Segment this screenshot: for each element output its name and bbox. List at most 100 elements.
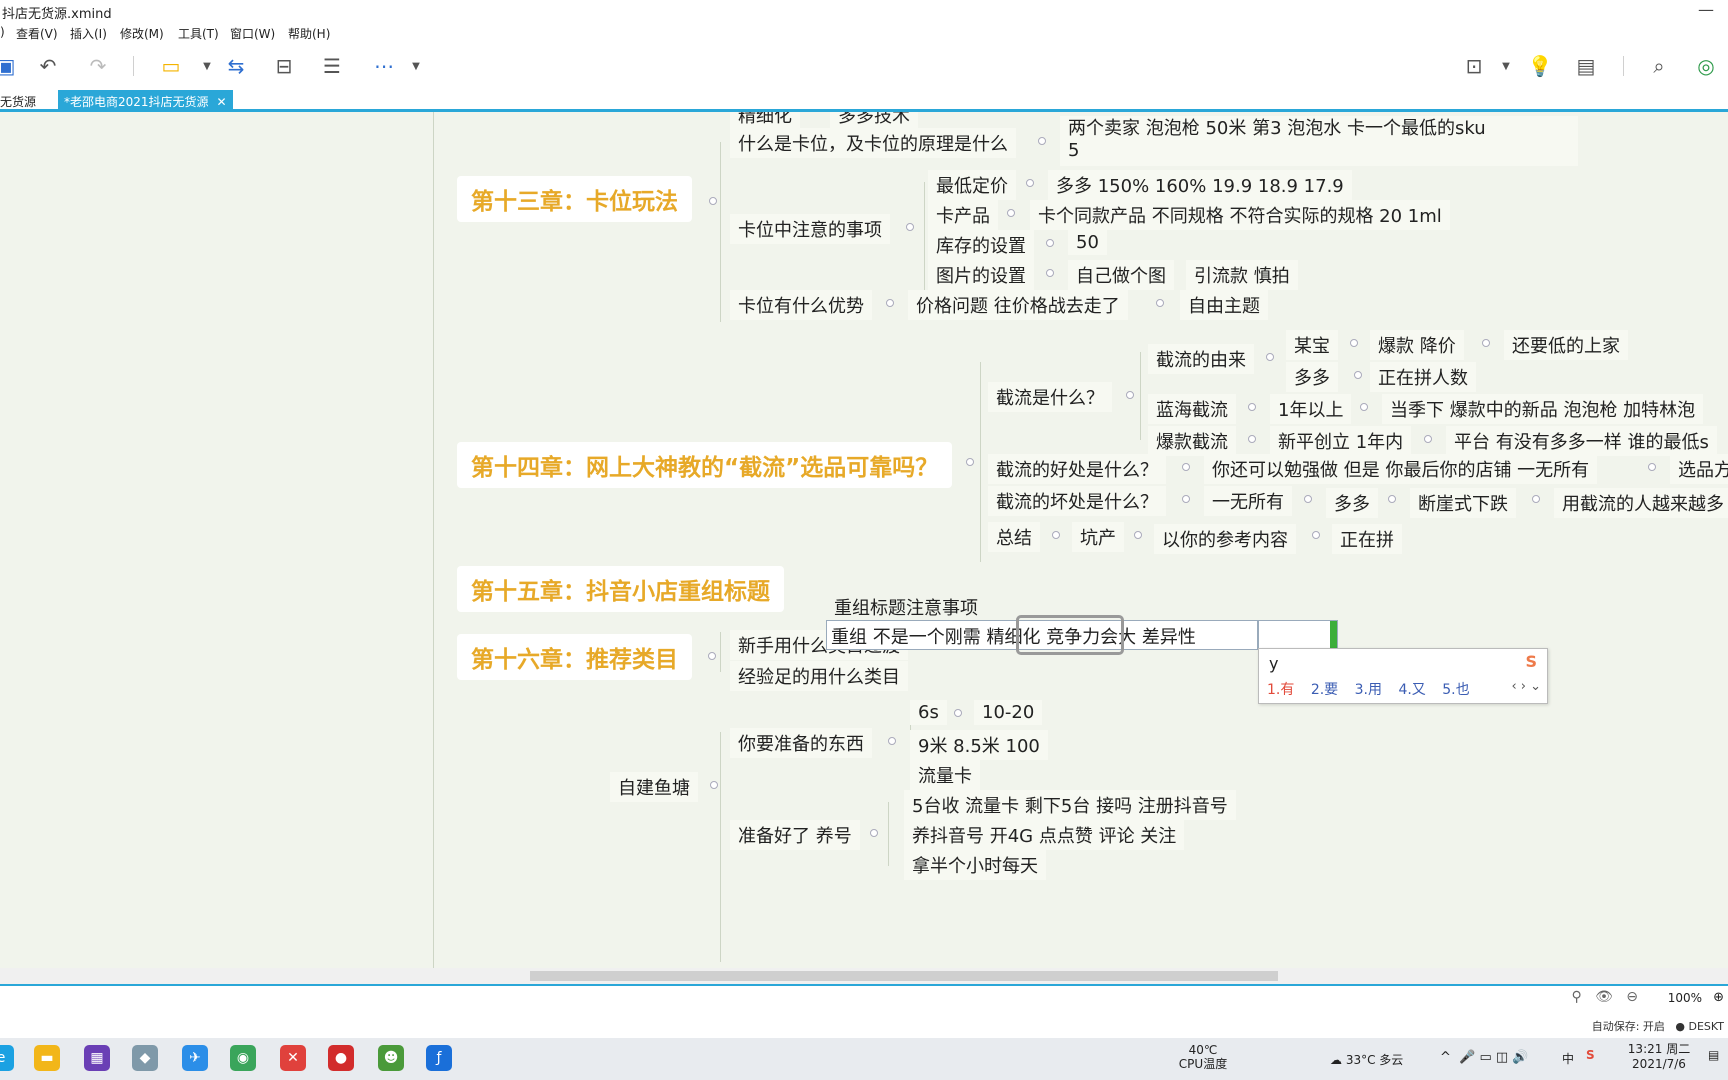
menu-insert[interactable]: 插入(I) bbox=[70, 25, 107, 42]
collapse-icon[interactable] bbox=[870, 829, 878, 837]
topic-stock-setting[interactable]: 库存的设置 bbox=[928, 230, 1034, 260]
collapse-icon[interactable] bbox=[1156, 299, 1164, 307]
chapter-16-topic[interactable]: 第十六章：推荐类目 bbox=[457, 634, 692, 680]
topic-baokuan-price-drop[interactable]: 爆款 降价 bbox=[1370, 330, 1464, 360]
collapse-icon[interactable] bbox=[1304, 495, 1312, 503]
more-dropdown-icon[interactable]: ▼ bbox=[402, 54, 430, 78]
collapse-icon[interactable] bbox=[1648, 463, 1656, 471]
topic-pinning-2[interactable]: 正在拼 bbox=[1332, 524, 1402, 554]
topic-lowest-price[interactable]: 最低定价 bbox=[928, 170, 1016, 200]
redo-icon[interactable]: ↷ bbox=[84, 54, 112, 78]
collapse-icon[interactable] bbox=[1312, 531, 1320, 539]
chapter-15-topic[interactable]: 第十五章：抖音小店重组标题 bbox=[457, 566, 784, 612]
topic-9m[interactable]: 9米 8.5米 100 bbox=[910, 730, 1048, 760]
collapse-icon[interactable] bbox=[1182, 495, 1190, 503]
topic-pinning[interactable]: 正在拼人数 bbox=[1370, 362, 1476, 392]
tab-wuhuoyuan[interactable]: 无货源 bbox=[0, 90, 42, 110]
topic-jieliu-good[interactable]: 截流的好处是什么？ bbox=[988, 454, 1166, 484]
feishu-icon[interactable]: ✈ bbox=[182, 1045, 208, 1071]
ime-candidate[interactable]: 2.要 bbox=[1311, 682, 1338, 698]
zoom-in-icon[interactable]: ⊕ bbox=[1713, 990, 1724, 1005]
boundary-icon[interactable]: ☰ bbox=[318, 54, 346, 78]
search-icon[interactable]: ⌕ bbox=[1645, 54, 1673, 78]
ime-language[interactable]: 中 bbox=[1562, 1050, 1574, 1067]
xmind-icon[interactable]: ✕ bbox=[280, 1045, 306, 1071]
menu-help[interactable]: 帮助(H) bbox=[288, 25, 330, 42]
collapse-icon[interactable] bbox=[1052, 531, 1060, 539]
app-icon[interactable]: ◆ bbox=[132, 1045, 158, 1071]
undo-icon[interactable]: ↶ bbox=[34, 54, 62, 78]
ime-candidate[interactable]: 1.有 bbox=[1267, 682, 1294, 698]
topic-sim-card[interactable]: 流量卡 bbox=[910, 760, 980, 790]
topic-edit-caret-field[interactable] bbox=[1258, 620, 1338, 650]
topic-summary[interactable]: 总结 bbox=[988, 522, 1040, 552]
topic-duoduo-2[interactable]: 多多 bbox=[1326, 488, 1378, 518]
browser-icon[interactable]: ◉ bbox=[230, 1045, 256, 1071]
topic-stock-value[interactable]: 50 bbox=[1068, 230, 1107, 255]
resize-grip[interactable] bbox=[1330, 621, 1337, 649]
topic-half-hour[interactable]: 拿半个小时每天 bbox=[904, 850, 1046, 880]
collapse-icon[interactable] bbox=[966, 458, 974, 466]
app-icon[interactable]: ƒ bbox=[426, 1045, 452, 1071]
topic-fish-pond[interactable]: 自建鱼塘 bbox=[610, 772, 698, 802]
presentation-icon[interactable]: ⊡ bbox=[1460, 54, 1488, 78]
mindmap-canvas[interactable]: 精细化 多多技术 第十三章：卡位玩法 什么是卡位，及卡位的原理是什么 两个卖家 … bbox=[0, 112, 1728, 969]
topic-prepare-things[interactable]: 你要准备的东西 bbox=[730, 728, 872, 758]
collapse-icon[interactable] bbox=[1360, 403, 1368, 411]
topic-ka-product[interactable]: 卡产品 bbox=[928, 200, 998, 230]
topic-blue-ocean-year[interactable]: 1年以上 bbox=[1270, 394, 1352, 424]
ime-page-nav[interactable]: ‹ › ⌄ bbox=[1511, 679, 1541, 694]
topic-blue-ocean[interactable]: 蓝海截流 bbox=[1148, 394, 1236, 424]
topic-10-20[interactable]: 10-20 bbox=[974, 700, 1043, 725]
chapter-14-topic[interactable]: 第十四章：网上大神教的“截流”选品可靠吗？ bbox=[457, 442, 953, 488]
menu-window[interactable]: 窗口(W) bbox=[230, 25, 275, 42]
topic-lower-supplier[interactable]: 还要低的上家 bbox=[1504, 330, 1628, 360]
topic-nothing[interactable]: 一无所有 bbox=[1204, 486, 1292, 516]
ime-candidate[interactable]: 4.又 bbox=[1398, 682, 1425, 698]
menu-file-partial[interactable]: ) bbox=[0, 25, 5, 39]
ime-candidate[interactable]: 5.也 bbox=[1442, 682, 1469, 698]
game-icon[interactable]: ☻ bbox=[378, 1045, 404, 1071]
weather[interactable]: ☁ 33°C 多云 bbox=[1330, 1051, 1403, 1068]
topic-what-is-jieliu[interactable]: 截流是什么？ bbox=[988, 382, 1112, 412]
collapse-icon[interactable] bbox=[1532, 495, 1540, 503]
sogou-tray-icon[interactable]: S bbox=[1586, 1048, 1595, 1062]
collapse-icon[interactable] bbox=[906, 223, 914, 231]
collapse-icon[interactable] bbox=[1266, 353, 1274, 361]
filter-icon[interactable]: ⚲ 👁 ⊖ bbox=[1572, 989, 1638, 1005]
topic-free-topic[interactable]: 自由主题 bbox=[1180, 290, 1268, 320]
topic-kawei-advantage[interactable]: 卡位有什么优势 bbox=[730, 290, 872, 320]
collapse-icon[interactable] bbox=[1007, 209, 1015, 217]
notification-icon[interactable]: ▤ bbox=[1708, 1048, 1719, 1062]
topic-icon[interactable]: ▭ bbox=[157, 54, 185, 78]
ime-candidate[interactable]: 3.用 bbox=[1355, 682, 1382, 698]
collapse-icon[interactable] bbox=[1182, 463, 1190, 471]
edge-icon[interactable]: e bbox=[0, 1045, 14, 1071]
collapse-icon[interactable] bbox=[1482, 339, 1490, 347]
topic-ready-raise[interactable]: 准备好了 养号 bbox=[730, 820, 860, 850]
clock[interactable]: 13:21 周二 2021/7/6 bbox=[1618, 1042, 1700, 1072]
topic-hot-new[interactable]: 新平创立 1年内 bbox=[1270, 426, 1412, 456]
topic-duoduo[interactable]: 多多 bbox=[1286, 362, 1338, 392]
collapse-icon[interactable] bbox=[888, 737, 896, 745]
scrollbar-thumb[interactable] bbox=[530, 971, 1278, 981]
idea-bulb-icon[interactable]: 💡 bbox=[1526, 54, 1554, 78]
ime-candidate-window[interactable]: y S 1.有 2.要 3.用 4.又 5.也 ‹ › ⌄ bbox=[1258, 648, 1548, 704]
topic-reference[interactable]: 以你的参考内容 bbox=[1154, 524, 1296, 554]
topic-kawei-principle[interactable]: 两个卖家 泡泡枪 50米 第3 泡泡水 卡一个最低的sku 5 bbox=[1060, 116, 1578, 166]
topic-product-values[interactable]: 卡个同款产品 不同规格 不符合实际的规格 20 1ml bbox=[1030, 200, 1450, 230]
topic-what-is-kawei[interactable]: 什么是卡位，及卡位的原理是什么 bbox=[730, 128, 1016, 158]
collapse-icon[interactable] bbox=[710, 781, 718, 789]
topic-price-war[interactable]: 价格问题 往价格战去走了 bbox=[908, 290, 1128, 320]
collapse-icon[interactable] bbox=[1046, 239, 1054, 247]
outline-view-icon[interactable]: ▤ bbox=[1572, 54, 1600, 78]
topic-cliff-drop[interactable]: 断崖式下跌 bbox=[1410, 488, 1516, 518]
topic-title-notes[interactable]: 重组标题注意事项 bbox=[826, 592, 986, 622]
topic-6s[interactable]: 6s bbox=[910, 700, 947, 725]
topic-hot-platform[interactable]: 平台 有没有多多一样 谁的最低s bbox=[1446, 426, 1717, 456]
topic-jieliu-bad[interactable]: 截流的坏处是什么？ bbox=[988, 486, 1166, 516]
presentation-dropdown-icon[interactable]: ▼ bbox=[1492, 54, 1520, 78]
horizontal-scrollbar[interactable] bbox=[0, 968, 1728, 984]
more-icon[interactable]: ⋯ bbox=[370, 54, 398, 78]
topic-jieliu-good-detail[interactable]: 你还可以勉强做 但是 你最后你的店铺 一无所有 bbox=[1204, 454, 1598, 484]
